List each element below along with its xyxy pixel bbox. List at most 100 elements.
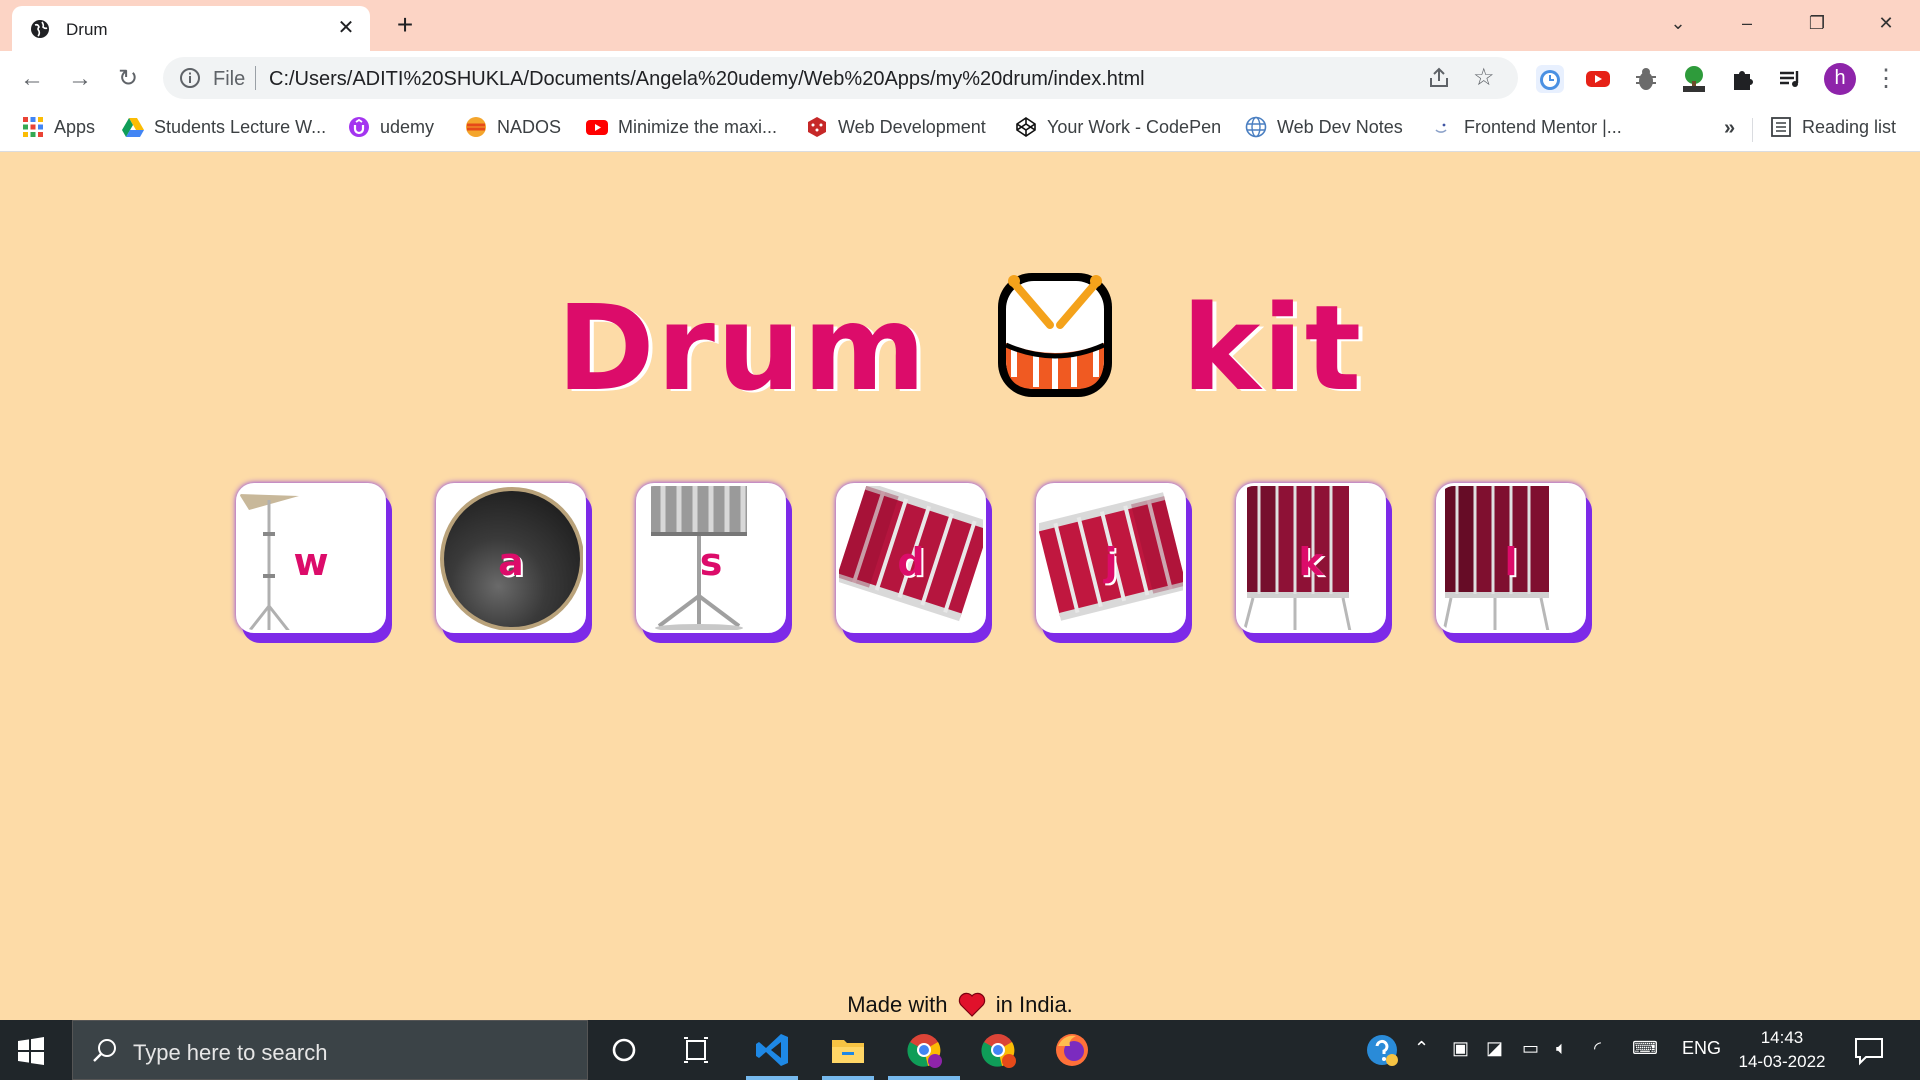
- google-drive-icon: [122, 118, 144, 138]
- drum-button-a[interactable]: a: [436, 483, 586, 633]
- drum-button-j[interactable]: j: [1036, 483, 1186, 633]
- battery-icon[interactable]: ▭: [1522, 1038, 1539, 1059]
- drum-key-label: d: [897, 540, 925, 584]
- bookmarks-bar: Apps Students Lecture W... udemy NADOS M…: [0, 105, 1920, 152]
- restore-button[interactable]: ❐: [1797, 8, 1837, 38]
- title-drum: Drum: [556, 279, 928, 417]
- drum-set: w a s d j k l: [236, 483, 1636, 643]
- page-footer: Made with in India.: [0, 991, 1920, 1018]
- bookmark-label: Apps: [54, 116, 96, 137]
- bookmark-star-icon[interactable]: ☆: [1473, 63, 1495, 92]
- tab-close-icon[interactable]: ✕: [334, 16, 358, 40]
- drum-key-label: s: [699, 540, 723, 584]
- forward-button[interactable]: →: [64, 63, 96, 95]
- alarm-extension-icon[interactable]: [1536, 65, 1564, 93]
- chrome-profile-a-icon[interactable]: [978, 1030, 1018, 1070]
- tab-search-icon[interactable]: ⌄: [1658, 8, 1698, 38]
- profile-avatar[interactable]: h: [1824, 63, 1856, 95]
- drum-key-label: j: [1104, 540, 1118, 584]
- title-kit: kit: [1181, 279, 1364, 417]
- youtube-extension-icon[interactable]: [1584, 65, 1612, 93]
- reading-list-button[interactable]: Reading list: [1770, 116, 1896, 142]
- bookmark-web-development[interactable]: Web Development: [806, 116, 986, 142]
- bookmark-minimize-the-maxi[interactable]: Minimize the maxi...: [586, 116, 777, 142]
- dice-icon: [808, 117, 826, 138]
- cortana-icon[interactable]: [604, 1030, 644, 1070]
- drum-button-w[interactable]: w: [236, 483, 386, 633]
- drum-key-label: k: [1298, 540, 1324, 584]
- bookmark-web-dev-notes[interactable]: Web Dev Notes: [1245, 116, 1403, 142]
- drum-button-k[interactable]: k: [1236, 483, 1386, 633]
- bookmark-label: Students Lecture W...: [154, 116, 327, 137]
- wifi-icon[interactable]: ◜: [1594, 1038, 1601, 1059]
- task-view-icon[interactable]: [676, 1030, 716, 1070]
- media-control-icon[interactable]: [1776, 65, 1804, 93]
- bookmarks-overflow-button[interactable]: »: [1724, 117, 1735, 140]
- bookmark-students-lecture[interactable]: Students Lecture W...: [122, 116, 326, 142]
- bookmarks-divider: [1752, 118, 1753, 142]
- close-window-button[interactable]: ✕: [1866, 8, 1906, 38]
- windows-start-icon[interactable]: [16, 1036, 46, 1066]
- drum-emoji-icon: [992, 263, 1118, 403]
- drum-button-d[interactable]: d: [836, 483, 986, 633]
- url-scheme-label: File: [213, 68, 246, 90]
- codepen-icon: [1016, 117, 1036, 138]
- apps-grid-icon: [23, 117, 43, 138]
- globe-icon: [31, 20, 49, 38]
- back-button[interactable]: ←: [16, 63, 48, 95]
- tab-title: Drum: [66, 20, 108, 39]
- bookmark-label: Web Development: [838, 116, 986, 137]
- taskbar-clock[interactable]: 14:43 14-03-2022: [1714, 1026, 1850, 1074]
- bookmark-frontend-mentor[interactable]: Frontend Mentor |...: [1432, 116, 1622, 142]
- tab-strip: Drum ✕ + ⌄ – ❐ ✕: [0, 0, 1920, 51]
- udemy-icon: [349, 117, 369, 138]
- bookmark-label: Your Work - CodePen: [1047, 116, 1222, 137]
- bookmark-label: Minimize the maxi...: [618, 116, 778, 137]
- search-icon: [93, 1039, 116, 1062]
- drum-button-l[interactable]: l: [1436, 483, 1586, 633]
- extensions-puzzle-icon[interactable]: [1728, 65, 1756, 93]
- bookmark-udemy[interactable]: udemy: [348, 116, 434, 142]
- file-explorer-icon[interactable]: [828, 1030, 868, 1070]
- tray-chevron-icon[interactable]: ⌃: [1414, 1038, 1429, 1059]
- taskbar-search-box[interactable]: Type here to search: [72, 1020, 588, 1080]
- help-icon[interactable]: [1364, 1032, 1400, 1068]
- meet-now-icon[interactable]: ▣: [1452, 1038, 1469, 1059]
- url-text[interactable]: C:/Users/ADITI%20SHUKLA/Documents/Angela…: [269, 68, 1145, 91]
- bookmark-nados[interactable]: NADOS: [465, 116, 561, 142]
- share-icon[interactable]: [1427, 66, 1451, 90]
- tab-drum[interactable]: Drum ✕: [12, 6, 370, 51]
- firefox-icon[interactable]: [1052, 1030, 1092, 1070]
- menu-kebab-icon[interactable]: ⋮: [1874, 63, 1898, 95]
- footer-text-after: in India.: [995, 992, 1073, 1017]
- info-icon[interactable]: [179, 67, 201, 89]
- bookmark-codepen[interactable]: Your Work - CodePen: [1015, 116, 1221, 142]
- reading-list-icon: [1771, 117, 1791, 138]
- drum-key-label: a: [498, 540, 524, 584]
- footer-text-before: Made with: [847, 992, 948, 1017]
- url-separator: [255, 66, 256, 90]
- clock-time: 14:43: [1760, 1028, 1804, 1047]
- onedrive-icon[interactable]: ◪: [1486, 1038, 1503, 1059]
- reload-button[interactable]: ↻: [112, 63, 144, 95]
- browser-toolbar: ← → ↻ File C:/Users/ADITI%20SHUKLA/Docum…: [0, 51, 1920, 105]
- volume-icon[interactable]: 🔈︎: [1556, 1038, 1567, 1059]
- drum-key-label: l: [1504, 540, 1518, 584]
- keyboard-icon[interactable]: ⌨: [1632, 1038, 1658, 1059]
- page-content: Drum kit w a s d j k l Made with in Indi…: [0, 153, 1920, 1020]
- address-bar[interactable]: File C:/Users/ADITI%20SHUKLA/Documents/A…: [163, 57, 1518, 99]
- windows-taskbar: Type here to search ⌃ ▣ ◪ ▭ 🔈︎ ◜ ⌨ ENG 1…: [0, 1020, 1920, 1080]
- html-tree-extension-icon[interactable]: [1680, 65, 1708, 93]
- chrome-profile-h-icon[interactable]: [904, 1030, 944, 1070]
- bookmark-apps[interactable]: Apps: [22, 116, 95, 142]
- bug-extension-icon[interactable]: [1632, 65, 1660, 93]
- chrome-active-indicator: [888, 1076, 960, 1080]
- explorer-active-indicator: [822, 1076, 874, 1080]
- clock-date: 14-03-2022: [1738, 1052, 1826, 1071]
- vscode-active-indicator: [746, 1076, 798, 1080]
- minimize-button[interactable]: –: [1727, 8, 1767, 38]
- new-tab-button[interactable]: +: [390, 10, 420, 40]
- drum-button-s[interactable]: s: [636, 483, 786, 633]
- notifications-icon[interactable]: [1852, 1034, 1886, 1068]
- vscode-icon[interactable]: [752, 1030, 792, 1070]
